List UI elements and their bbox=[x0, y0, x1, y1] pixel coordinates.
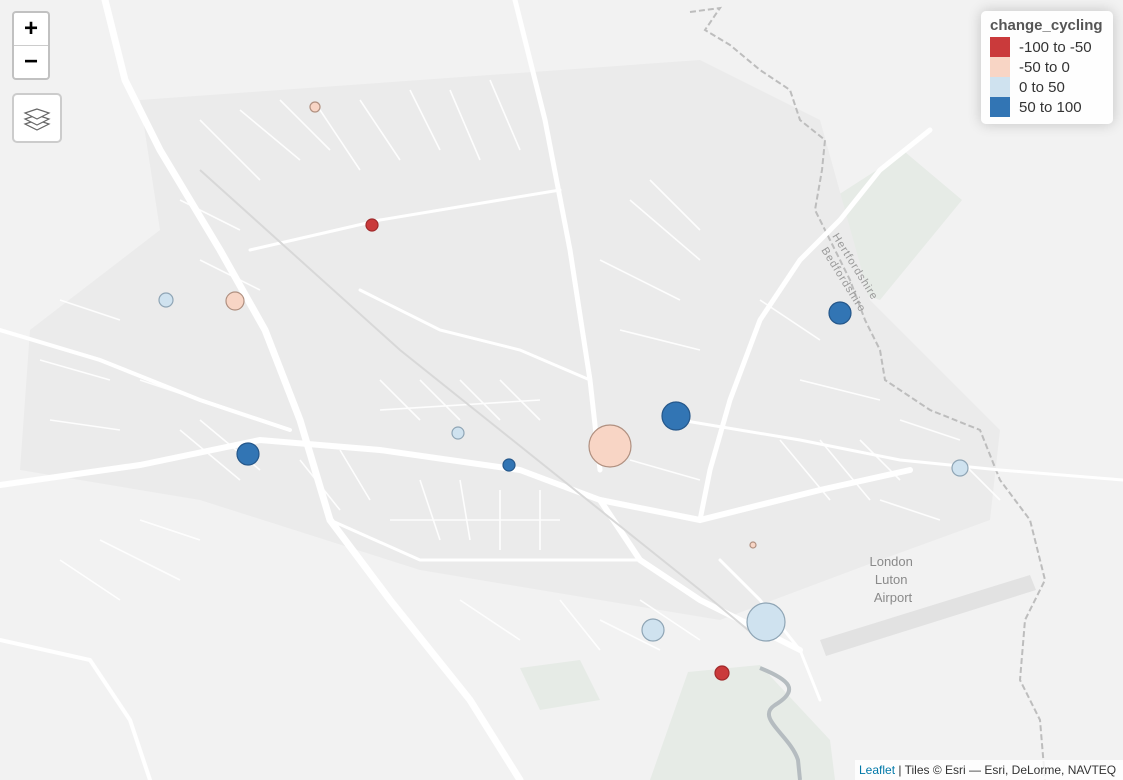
zoom-out-button[interactable]: − bbox=[14, 45, 48, 78]
legend-label: 50 to 100 bbox=[1019, 98, 1082, 116]
park-area bbox=[520, 660, 600, 710]
legend-item: 50 to 100 bbox=[990, 97, 1104, 117]
legend-label: -100 to -50 bbox=[1019, 38, 1092, 56]
circle-marker[interactable] bbox=[365, 218, 379, 232]
layers-control-button[interactable] bbox=[12, 93, 62, 143]
layers-icon bbox=[23, 108, 51, 131]
circle-marker[interactable] bbox=[749, 541, 757, 549]
circle-marker[interactable] bbox=[828, 301, 852, 325]
legend-item: -50 to 0 bbox=[990, 57, 1104, 77]
attribution-text: | Tiles © Esri — Esri, DeLorme, NAVTEQ bbox=[895, 763, 1117, 777]
legend-item: 0 to 50 bbox=[990, 77, 1104, 97]
basemap: London Luton Airport Hertfordshire Bedfo… bbox=[0, 0, 1123, 780]
circle-marker[interactable] bbox=[714, 665, 730, 681]
legend-item: -100 to -50 bbox=[990, 37, 1104, 57]
leaflet-link[interactable]: Leaflet bbox=[859, 763, 895, 777]
circle-marker[interactable] bbox=[502, 458, 516, 472]
circle-marker[interactable] bbox=[661, 401, 691, 431]
urban-area bbox=[20, 60, 1000, 620]
legend-title: change_cycling bbox=[990, 17, 1103, 34]
map-area[interactable]: London Luton Airport Hertfordshire Bedfo… bbox=[0, 0, 1123, 780]
circle-marker[interactable] bbox=[746, 602, 786, 642]
circle-marker[interactable] bbox=[158, 292, 174, 308]
attribution: Leaflet | Tiles © Esri — Esri, DeLorme, … bbox=[855, 760, 1123, 780]
zoom-in-button[interactable]: + bbox=[14, 13, 48, 45]
circle-marker[interactable] bbox=[951, 459, 969, 477]
park-area bbox=[650, 665, 835, 780]
legend-swatch bbox=[990, 97, 1010, 117]
circle-marker[interactable] bbox=[225, 291, 245, 311]
circle-marker[interactable] bbox=[641, 618, 665, 642]
legend-swatch bbox=[990, 57, 1010, 77]
legend-swatch bbox=[990, 37, 1010, 57]
airport-label: London Luton Airport bbox=[869, 554, 916, 605]
legend: change_cycling -100 to -50 -50 to 0 0 to 5… bbox=[981, 11, 1113, 124]
zoom-control: + − bbox=[12, 11, 50, 80]
circle-marker[interactable] bbox=[309, 101, 321, 113]
circle-marker[interactable] bbox=[236, 442, 260, 466]
legend-label: -50 to 0 bbox=[1019, 58, 1070, 76]
circle-marker[interactable] bbox=[451, 426, 465, 440]
legend-swatch bbox=[990, 77, 1010, 97]
circle-marker[interactable] bbox=[588, 424, 632, 468]
legend-label: 0 to 50 bbox=[1019, 78, 1065, 96]
airport-runway bbox=[820, 575, 1036, 656]
